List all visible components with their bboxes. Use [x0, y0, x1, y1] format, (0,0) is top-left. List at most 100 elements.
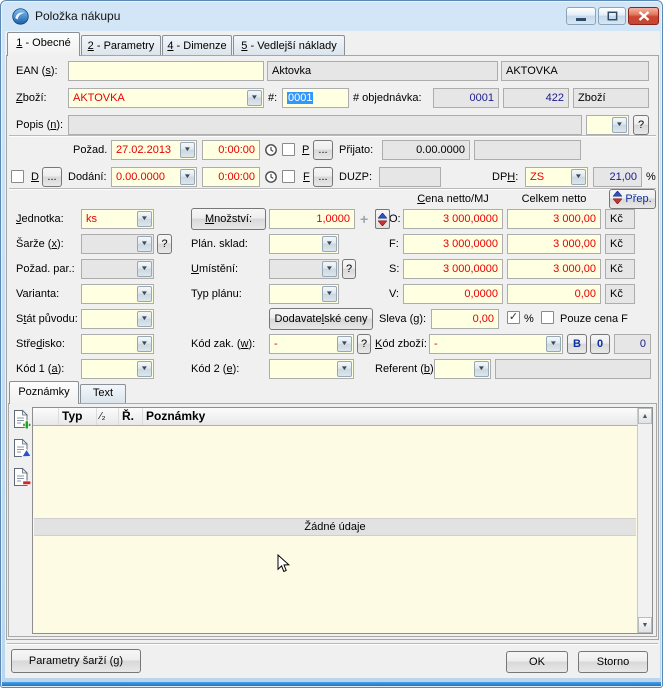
- fakturace-ellipsis-button[interactable]: ...: [313, 167, 333, 187]
- price-unit-input[interactable]: 3 000,0000: [403, 259, 503, 279]
- dph-combo[interactable]: ZS ▼: [525, 167, 588, 187]
- chevron-down-icon[interactable]: ▼: [322, 261, 337, 277]
- chevron-down-icon[interactable]: ▼: [474, 361, 489, 377]
- hash-input[interactable]: 0001: [282, 88, 349, 108]
- b-button[interactable]: B: [567, 334, 587, 354]
- pozad-time-input[interactable]: 0:00:00: [202, 140, 260, 160]
- chevron-down-icon[interactable]: ▼: [137, 336, 152, 352]
- price-unit-input[interactable]: 0,0000: [403, 284, 503, 304]
- price-total-input[interactable]: 3 000,00: [507, 259, 601, 279]
- stat-puvodu-combo[interactable]: ▼: [81, 309, 154, 329]
- dodani-checkbox[interactable]: [11, 170, 24, 183]
- price-unit-input[interactable]: 3 000,0000: [403, 209, 503, 229]
- edit-note-icon[interactable]: [11, 438, 31, 458]
- unit-price-spinner[interactable]: [375, 209, 390, 229]
- sarze-combo[interactable]: ▼: [81, 234, 154, 254]
- quantity-input[interactable]: 1,0000: [269, 209, 355, 229]
- stredisko-combo[interactable]: ▼: [81, 334, 154, 354]
- popis-combo[interactable]: ▼: [586, 115, 629, 135]
- chevron-down-icon[interactable]: ▼: [546, 336, 561, 352]
- pozad-checkbox[interactable]: [282, 143, 295, 156]
- zbozi-combo[interactable]: AKTOVKA ▼: [68, 88, 264, 108]
- varianta-combo[interactable]: ▼: [81, 284, 154, 304]
- tab-dimenze[interactable]: 4 - Dimenze: [162, 35, 232, 55]
- ok-button[interactable]: OK: [506, 651, 568, 673]
- storno-button[interactable]: Storno: [578, 651, 648, 673]
- prepocet-button[interactable]: Přep.: [609, 189, 656, 209]
- zero-button[interactable]: 0: [590, 334, 610, 354]
- chevron-down-icon[interactable]: ▼: [612, 117, 627, 133]
- chevron-down-icon[interactable]: ▼: [137, 236, 152, 252]
- price-total-input[interactable]: 0,00: [507, 284, 601, 304]
- pouze-cena-f-checkbox[interactable]: [541, 311, 554, 324]
- kod-zak-help-button[interactable]: ?: [357, 334, 371, 354]
- fakturace-checkbox[interactable]: [282, 170, 295, 183]
- chevron-down-icon[interactable]: ▼: [180, 142, 195, 158]
- currency-field: Kč: [605, 259, 635, 279]
- chevron-down-icon[interactable]: ▼: [247, 90, 262, 106]
- chevron-down-icon[interactable]: ▼: [571, 169, 586, 185]
- kod1-combo[interactable]: ▼: [81, 359, 154, 379]
- chevron-down-icon[interactable]: ▼: [137, 261, 152, 277]
- kod-zak-combo[interactable]: - ▼: [269, 334, 354, 354]
- add-note-icon[interactable]: [11, 409, 31, 429]
- dodani-ellipsis-button[interactable]: ...: [42, 167, 62, 187]
- scroll-up-button[interactable]: ▲: [638, 408, 652, 424]
- grid-col-sort-icon[interactable]: ⁄₂: [97, 408, 119, 425]
- dodavatelske-ceny-button[interactable]: Dodavatelské ceny: [269, 308, 373, 330]
- typ-planu-combo[interactable]: ▼: [269, 284, 339, 304]
- chevron-down-icon[interactable]: ▼: [180, 169, 195, 185]
- chevron-down-icon[interactable]: ▼: [337, 361, 352, 377]
- chevron-down-icon[interactable]: ▼: [322, 286, 337, 302]
- sleva-input[interactable]: 0,00: [431, 309, 499, 329]
- subtab-text[interactable]: Text: [80, 384, 126, 403]
- parametry-sarzi-button[interactable]: Parametry šarží (g): [11, 649, 141, 673]
- chevron-down-icon[interactable]: ▼: [137, 361, 152, 377]
- grid-col-poznamky[interactable]: Poznámky: [143, 408, 637, 425]
- umisteni-combo[interactable]: ▼: [269, 259, 339, 279]
- pozad-par-combo[interactable]: ▼: [81, 259, 154, 279]
- vertical-scrollbar[interactable]: ▲ ▼: [637, 408, 652, 633]
- referent-combo[interactable]: ▼: [434, 359, 491, 379]
- percent-checkbox[interactable]: ✓: [507, 311, 520, 324]
- price-unit-input[interactable]: 3 000,0000: [403, 234, 503, 254]
- pozad-date-combo[interactable]: 27.02.2013 ▼: [111, 140, 197, 160]
- chevron-down-icon[interactable]: ▼: [337, 336, 352, 352]
- percent-sign-label: %: [524, 313, 534, 325]
- kod2-combo[interactable]: ▼: [269, 359, 354, 379]
- delete-note-icon[interactable]: [11, 467, 31, 487]
- minimize-button[interactable]: [566, 7, 596, 25]
- tab-obecne[interactable]: 1 - Obecné: [7, 32, 80, 56]
- grid-col-typ[interactable]: Typ: [59, 408, 97, 425]
- ean-input[interactable]: [68, 61, 264, 81]
- notes-grid[interactable]: Typ ⁄₂ Ř. Poznámky Žádné údaje ▲ ▼: [32, 407, 653, 634]
- chevron-down-icon[interactable]: ▼: [322, 236, 337, 252]
- sarze-help-button[interactable]: ?: [157, 234, 172, 254]
- chevron-down-icon[interactable]: ▼: [137, 211, 152, 227]
- mnozstvi-button[interactable]: Množství:: [191, 208, 266, 230]
- price-total-input[interactable]: 3 000,00: [507, 234, 601, 254]
- tab-parametry[interactable]: 2 - Parametry: [81, 35, 161, 55]
- close-button[interactable]: [628, 7, 659, 25]
- scroll-down-button[interactable]: ▼: [638, 617, 652, 633]
- clock-icon[interactable]: [264, 170, 278, 184]
- plan-sklad-combo[interactable]: ▼: [269, 234, 339, 254]
- dodani-time-input[interactable]: 0:00:00: [202, 167, 260, 187]
- grid-col-blank[interactable]: [33, 408, 59, 425]
- subtab-poznamky[interactable]: Poznámky: [9, 381, 79, 404]
- kod-zbozi-combo[interactable]: - ▼: [429, 334, 563, 354]
- clock-icon[interactable]: [264, 143, 278, 157]
- restore-button[interactable]: [598, 7, 626, 25]
- price-total-input[interactable]: 3 000,00: [507, 209, 601, 229]
- chevron-down-icon[interactable]: ▼: [137, 286, 152, 302]
- dodani-date-combo[interactable]: 0.00.0000 ▼: [111, 167, 197, 187]
- popis-help-button[interactable]: ?: [633, 115, 649, 135]
- grid-col-radek[interactable]: Ř.: [119, 408, 143, 425]
- stat-puvodu-label: Stát původu:: [16, 313, 78, 325]
- titlebar[interactable]: Položka nákupu: [1, 1, 662, 31]
- tab-vedlejsi-naklady[interactable]: 5 - Vedlejší náklady: [233, 35, 345, 55]
- pozad-ellipsis-button[interactable]: ...: [313, 140, 333, 160]
- umisteni-help-button[interactable]: ?: [342, 259, 356, 279]
- jednotka-combo[interactable]: ks ▼: [81, 209, 154, 229]
- chevron-down-icon[interactable]: ▼: [137, 311, 152, 327]
